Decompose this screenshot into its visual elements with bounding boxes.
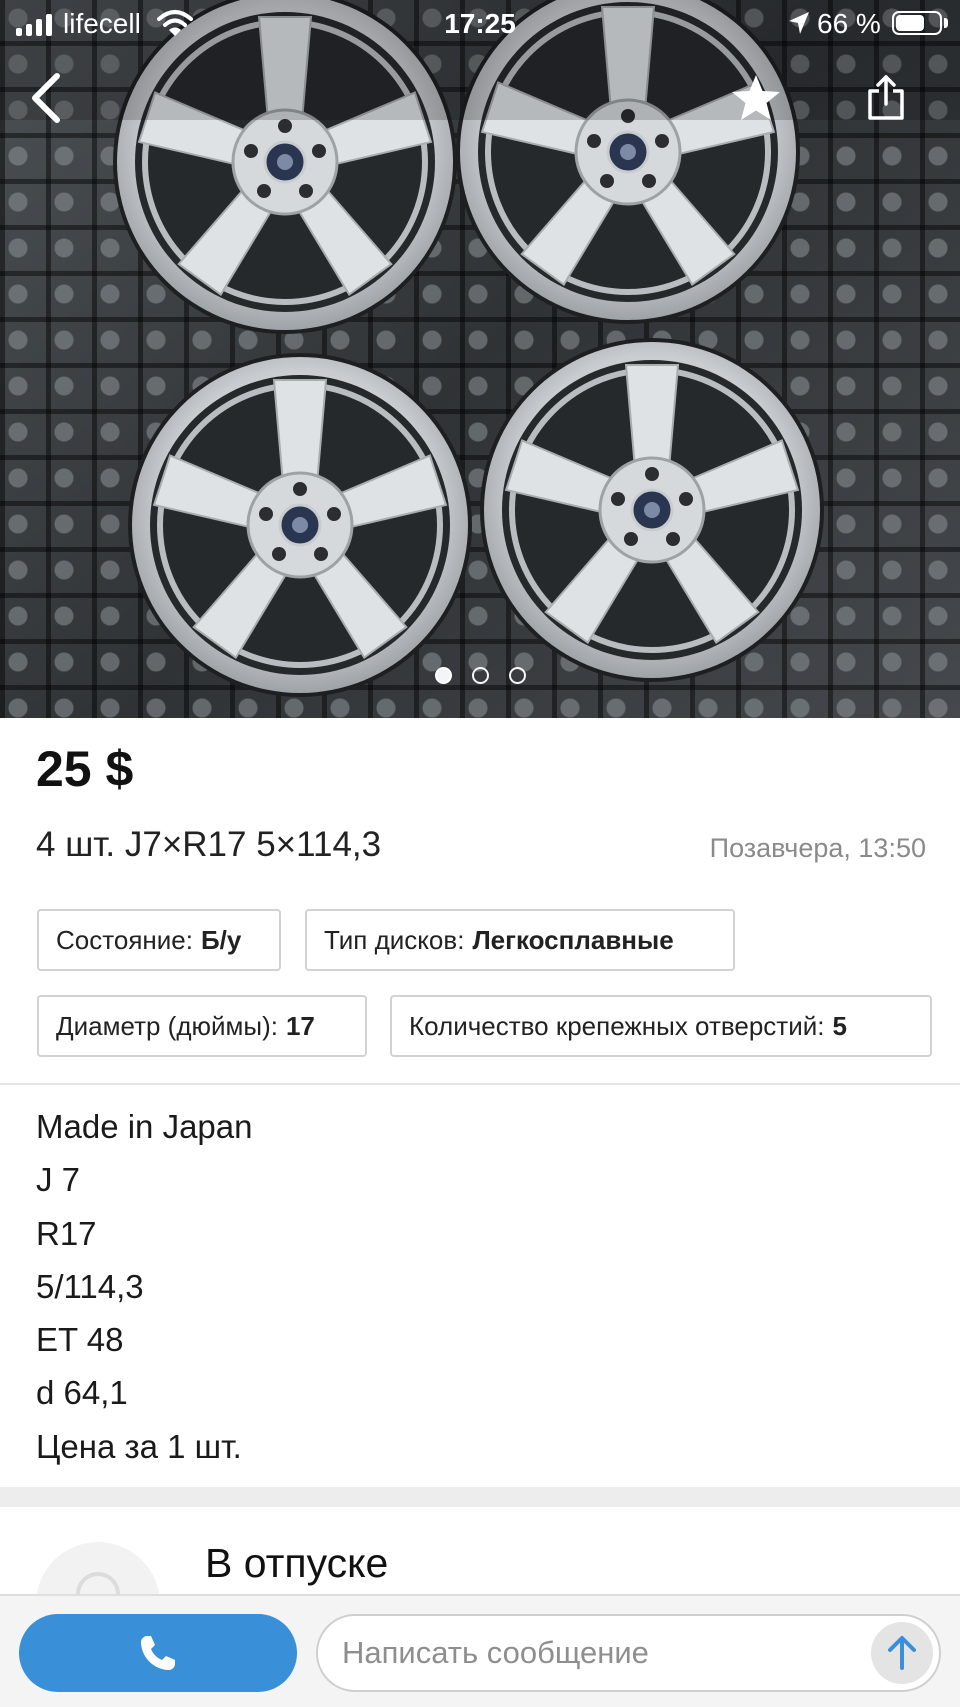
clock: 17:25: [444, 8, 516, 39]
message-composer: [316, 1614, 941, 1692]
attribute-label: Диаметр (дюймы):: [56, 1010, 278, 1041]
star-icon: [732, 75, 780, 120]
description-line: Цена за 1 шт.: [36, 1427, 242, 1465]
attribute-value: 5: [832, 1010, 847, 1041]
attribute-chip-mounting-holes: Количество крепежных отверстий: 5: [390, 995, 932, 1057]
back-button[interactable]: [20, 68, 72, 128]
description-line: R17: [36, 1214, 97, 1252]
send-button[interactable]: [871, 1622, 933, 1684]
listing-title: 4 шт. J7×R17 5×114,3: [36, 825, 382, 864]
chevron-left-icon: [32, 73, 60, 123]
bottom-action-bar: [0, 1594, 960, 1707]
arrow-up-icon: [888, 1636, 916, 1670]
share-icon: [868, 75, 904, 120]
message-input[interactable]: [342, 1616, 842, 1690]
attribute-chip-disk-type: Тип дисков: Легкосплавные: [305, 909, 735, 971]
share-button[interactable]: [858, 68, 914, 128]
description-line: ET 48: [36, 1321, 124, 1359]
battery-level-fill: [896, 15, 924, 31]
description-line: Made in Japan: [36, 1108, 253, 1145]
listing-photo[interactable]: lifecell 17:25 66 %: [0, 0, 960, 718]
battery-icon: [892, 11, 942, 35]
location-arrow-icon: [787, 10, 811, 41]
gallery-dot[interactable]: [508, 667, 526, 684]
battery-percent: 66 %: [817, 8, 881, 39]
section-separator-band: [0, 1487, 960, 1507]
status-bar: lifecell 17:25 66 %: [0, 0, 960, 50]
attribute-label: Тип дисков:: [324, 924, 465, 955]
gallery-pagination[interactable]: [0, 667, 960, 684]
favorite-button[interactable]: [726, 68, 786, 128]
gallery-dot[interactable]: [471, 667, 489, 684]
attribute-label: Состояние:: [56, 924, 193, 955]
section-divider: [0, 1083, 960, 1085]
seller-status: В отпуске: [205, 1540, 389, 1586]
attribute-value: Легкосплавные: [472, 924, 674, 955]
phone-icon: [141, 1636, 175, 1670]
posted-date: Позавчера, 13:50: [709, 833, 926, 863]
description-line: d 64,1: [36, 1374, 128, 1412]
listing-description: Made in Japan J 7 R17 5/114,3 ET 48 d 64…: [36, 1100, 252, 1473]
wheels-photo: [0, 0, 960, 718]
listing-price: 25 $: [36, 741, 134, 797]
description-line: 5/114,3: [36, 1267, 144, 1305]
attribute-chip-diameter: Диаметр (дюймы): 17: [37, 995, 367, 1057]
description-line: J 7: [36, 1161, 81, 1199]
battery-tip: [944, 18, 948, 28]
attribute-value: 17: [285, 1010, 315, 1041]
attribute-label: Количество крепежных отверстий:: [409, 1010, 825, 1041]
attribute-value: Б/у: [200, 924, 242, 955]
gallery-dot[interactable]: [434, 667, 452, 684]
attribute-chip-condition: Состояние: Б/у: [37, 909, 281, 971]
call-button[interactable]: [19, 1614, 297, 1692]
